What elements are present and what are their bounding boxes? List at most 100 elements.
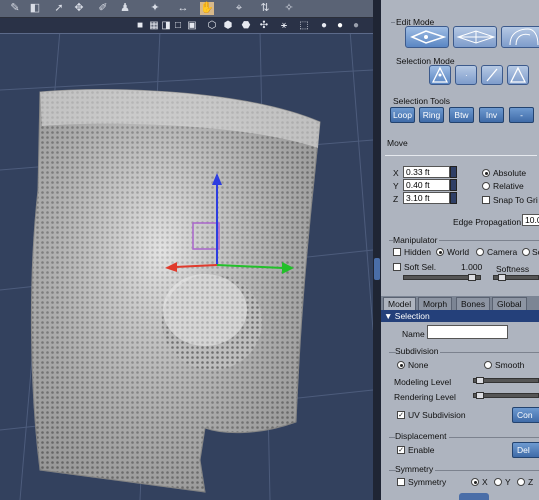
edge-icon	[486, 68, 498, 82]
selection-header[interactable]: ▼ Selection	[381, 310, 539, 322]
soft-sel-label: Soft Sel.	[404, 262, 437, 272]
modeling-level-thumb[interactable]	[476, 377, 484, 384]
symmetry-x-radio[interactable]	[471, 478, 479, 486]
select-point-button[interactable]: ·	[455, 65, 477, 85]
edit-mode-sculpt-button[interactable]	[501, 26, 539, 48]
relative-radio[interactable]	[482, 182, 490, 190]
brush-icon[interactable]: ✐	[96, 2, 110, 15]
mesh-model[interactable]	[30, 89, 321, 493]
screen-radio[interactable]	[522, 248, 530, 256]
x-spinner[interactable]	[450, 166, 457, 178]
tab-morph[interactable]: Morph	[418, 297, 453, 310]
snap-label: Snap To Gri	[493, 195, 538, 205]
modeling-level-slider[interactable]	[473, 377, 539, 384]
soft-sel-slider[interactable]	[403, 274, 481, 281]
tune-icon[interactable]: ⇅	[258, 2, 272, 15]
tab-global[interactable]: Global	[492, 297, 527, 310]
hidden-line-icon[interactable]: ✣	[258, 20, 270, 32]
lit-sphere-icon[interactable]: ●	[334, 20, 346, 32]
half-square-icon[interactable]: ◨	[160, 20, 172, 32]
y-position-field[interactable]: 0.40 ft	[403, 179, 450, 191]
none-radio[interactable]	[397, 361, 405, 369]
x-position-field[interactable]: 0.33 ft	[403, 166, 450, 178]
tool-icon[interactable]: ✥	[72, 2, 86, 15]
selection-tools-title: Selection Tools	[393, 96, 451, 106]
face-icon	[509, 66, 527, 83]
symmetry-checkbox[interactable]	[397, 478, 405, 486]
3d-viewport[interactable]: ✎ ◧ ➚ ✥ ✐ ♟ ✦ ↔ ✋ ⌖ ⇅ ✧ ■ ▦ ◨ □ ▣ ⬡ ⬢ ⬣ …	[0, 0, 373, 500]
shading-icon[interactable]: ⬢	[222, 20, 234, 32]
y-label: Y	[393, 181, 399, 191]
delete-button[interactable]: Del	[512, 442, 539, 458]
z-position-field[interactable]: 3.10 ft	[403, 192, 450, 204]
edit-mode-point-button[interactable]	[405, 26, 449, 48]
absolute-radio[interactable]	[482, 169, 490, 177]
snap-checkbox[interactable]	[482, 196, 490, 204]
tab-model[interactable]: Model	[383, 297, 417, 310]
texture-icon[interactable]: ⬣	[240, 20, 252, 32]
edit-mode-mesh-button[interactable]	[453, 26, 497, 48]
z-spinner[interactable]	[450, 192, 457, 204]
sparkle-icon[interactable]: ✧	[282, 2, 296, 15]
node-icon[interactable]: ✋	[200, 2, 214, 15]
transform-icon[interactable]: ↔	[176, 2, 190, 15]
camera-radio[interactable]	[476, 248, 484, 256]
uv-subdivision-checkbox[interactable]: ✓	[397, 411, 405, 419]
cube-outline-icon[interactable]: ⬚	[298, 20, 310, 32]
symmetry-z-radio[interactable]	[517, 478, 525, 486]
select-edge-button[interactable]	[481, 65, 503, 85]
y-spinner[interactable]	[450, 179, 457, 191]
symmetry-y-radio[interactable]	[494, 478, 502, 486]
panel-bottom-handle[interactable]	[459, 493, 489, 500]
symmetry-label: Symmetry	[408, 477, 447, 487]
enable-checkbox[interactable]: ✓	[397, 446, 405, 454]
rendering-level-slider[interactable]	[473, 392, 539, 399]
move-title: Move	[387, 138, 408, 148]
panel-splitter[interactable]	[373, 0, 381, 500]
lines-icon[interactable]: ⚹	[278, 20, 290, 32]
arrow-icon[interactable]: ➚	[52, 2, 66, 15]
grid-square-icon[interactable]: ▦	[148, 20, 160, 32]
target-icon[interactable]: ⌖	[232, 2, 246, 15]
dot-square-icon[interactable]: ▣	[186, 20, 198, 32]
uv-subdivision-label: UV Subdivision	[408, 410, 466, 420]
soft-sel-thumb[interactable]	[468, 274, 476, 281]
enable-label: Enable	[408, 445, 435, 455]
vertex-edit-icon	[410, 30, 447, 44]
convert-button[interactable]: Con	[512, 407, 539, 423]
shrink-button[interactable]: -	[509, 107, 534, 123]
figure-icon[interactable]: ✎	[8, 2, 22, 15]
grey-sphere-icon[interactable]: ●	[318, 20, 330, 32]
ring-button[interactable]: Ring	[419, 107, 444, 123]
tab-bones[interactable]: Bones	[456, 297, 491, 310]
sculpt-edit-icon	[509, 28, 539, 46]
softness-thumb[interactable]	[498, 274, 506, 281]
invert-button[interactable]: Inv	[479, 107, 504, 123]
name-field[interactable]	[427, 325, 508, 339]
rendering-level-thumb[interactable]	[476, 392, 484, 399]
point-icon: ·	[465, 71, 468, 80]
figure-tool-icon[interactable]: ♟	[118, 2, 132, 15]
soft-sel-value: 1.000	[461, 262, 483, 272]
softness-slider[interactable]	[493, 274, 539, 281]
soft-sel-checkbox[interactable]	[393, 263, 401, 271]
hidden-checkbox[interactable]	[393, 248, 401, 256]
select-vertex-button[interactable]	[429, 65, 451, 85]
subdivision-title: Subdivision	[395, 346, 441, 356]
smooth-radio[interactable]	[484, 361, 492, 369]
world-radio[interactable]	[436, 248, 444, 256]
rendering-level-label: Rendering Level	[394, 392, 456, 402]
viewport-canvas[interactable]	[0, 30, 373, 500]
edge-propagation-field[interactable]: 10.0	[522, 214, 539, 226]
render-square-icon[interactable]: ■	[134, 20, 146, 32]
wireframe-icon[interactable]: ⬡	[206, 20, 218, 32]
panel-splitter-handle[interactable]	[374, 258, 380, 280]
cube-icon[interactable]: ◧	[28, 2, 42, 15]
shaded-sphere-icon[interactable]: ●	[350, 20, 362, 32]
outline-square-icon[interactable]: □	[172, 20, 184, 32]
between-button[interactable]: Btw	[449, 107, 474, 123]
select-face-button[interactable]	[507, 65, 529, 85]
pose-icon[interactable]: ✦	[148, 2, 162, 15]
softness-label: Softness	[496, 264, 530, 274]
loop-button[interactable]: Loop	[390, 107, 415, 123]
